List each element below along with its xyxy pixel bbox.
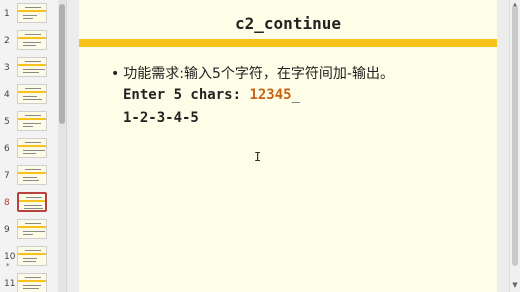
thumbnail-text-line	[23, 177, 37, 178]
thumbnail-accent-bar	[18, 64, 46, 66]
thumbnail-number: 5	[4, 117, 10, 127]
bullet-item: • 功能需求:输入5个字符，在字符间加-输出。	[111, 63, 394, 83]
thumbnail-number: 11	[4, 279, 16, 289]
thumbnail-item[interactable]: 6	[0, 136, 58, 162]
title-accent-bar	[79, 39, 497, 47]
thumbnail-title-line	[26, 197, 42, 198]
thumbnail-text-line	[24, 205, 42, 206]
thumbnail-text-line	[23, 72, 39, 73]
thumbnail-number: 8	[4, 198, 10, 208]
thumbnail-text-line	[23, 42, 41, 43]
thumbnail-number: 2	[4, 36, 10, 46]
thumbnail-accent-bar	[18, 280, 46, 282]
thumbnail-accent-bar	[18, 226, 46, 228]
thumbnail-item[interactable]: 10 *	[0, 244, 58, 270]
thumbnail-text-line	[23, 231, 45, 232]
thumbnail-text-line	[23, 261, 36, 262]
code-prompt: Enter 5 chars:	[123, 87, 250, 103]
thumbnail-text-line	[23, 258, 37, 259]
thumbnail-preview[interactable]	[17, 57, 47, 77]
thumbnail-text-line	[23, 99, 42, 100]
thumbnail-title-line	[25, 169, 41, 170]
thumbnail-number: 3	[4, 63, 10, 73]
thumbnail-text-line	[23, 96, 37, 97]
slide-title: c2_continue	[235, 14, 341, 33]
thumbnail-preview[interactable]	[17, 273, 47, 292]
slide-canvas: c2_continue • 功能需求:输入5个字符，在字符间加-输出。 Enter…	[79, 0, 497, 292]
thumbnail-title-line	[25, 115, 41, 116]
slide-scrollbar-thumb[interactable]	[512, 6, 518, 266]
thumbnail-accent-bar	[18, 118, 46, 120]
thumbnail-item[interactable]: 2	[0, 28, 58, 54]
thumbnail-preview[interactable]	[17, 111, 47, 131]
animation-star-icon: *	[6, 262, 10, 270]
code-line-output: 1-2-3-4-5	[123, 110, 199, 126]
thumbnail-text-line	[23, 180, 39, 181]
code-cursor: _	[291, 87, 301, 103]
thumbnail-item[interactable]: 5	[0, 109, 58, 135]
thumbnail-text-line	[23, 45, 36, 46]
thumbnail-number: 4	[4, 90, 10, 100]
thumbnail-accent-bar	[18, 37, 46, 39]
bullet-icon: •	[111, 66, 120, 82]
thumbnail-text-line	[23, 153, 36, 154]
slide-scrollbar[interactable]: ▲ ▼	[509, 0, 520, 292]
thumbnail-text-line	[24, 208, 43, 209]
thumbnail-text-line	[23, 150, 45, 151]
thumbnail-number: 10	[4, 252, 16, 262]
thumbnail-item[interactable]: 1	[0, 1, 58, 27]
text-cursor-icon: I	[254, 150, 262, 164]
thumbnail-text-line	[23, 126, 33, 127]
thumbnail-accent-bar	[18, 172, 46, 174]
slide-thumbnail-panel: 1 2 3 4 5 6 7 8 9 10 * 11	[0, 0, 67, 292]
thumbnail-number: 9	[4, 225, 10, 235]
thumbnail-title-line	[25, 142, 41, 143]
thumbnail-item[interactable]: 11	[0, 271, 58, 292]
thumbnail-preview[interactable]	[17, 3, 47, 23]
thumbnail-title-line	[25, 250, 41, 251]
thumbnail-title-line	[25, 223, 41, 224]
thumbnail-preview[interactable]	[17, 246, 47, 266]
thumbnail-item[interactable]: 8	[0, 190, 58, 216]
thumbnail-text-line	[23, 15, 37, 16]
thumbnail-accent-bar	[18, 10, 46, 12]
thumbnail-title-line	[25, 34, 41, 35]
thumbnail-text-line	[23, 288, 39, 289]
thumbnail-number: 7	[4, 171, 10, 181]
thumbnail-preview[interactable]	[17, 30, 47, 50]
thumbnail-text-line	[23, 69, 45, 70]
thumbnail-accent-bar	[18, 91, 46, 93]
thumbnail-preview[interactable]	[17, 219, 47, 239]
thumbnail-preview[interactable]	[17, 165, 47, 185]
thumbnail-scrollbar[interactable]	[58, 0, 66, 292]
thumbnail-accent-bar	[18, 253, 46, 255]
thumbnail-accent-bar	[19, 200, 45, 202]
code-input-value: 12345	[249, 87, 292, 103]
thumbnail-text-line	[23, 234, 33, 235]
thumbnail-text-line	[23, 18, 33, 19]
thumbnail-number: 1	[4, 9, 10, 19]
thumbnail-number: 6	[4, 144, 10, 154]
thumbnail-preview[interactable]	[17, 192, 47, 212]
thumbnail-title-line	[25, 7, 41, 8]
thumbnail-title-line	[25, 61, 41, 62]
thumbnail-title-line	[25, 88, 41, 89]
thumbnail-item[interactable]: 7	[0, 163, 58, 189]
bullet-text: 功能需求:输入5个字符，在字符间加-输出。	[123, 66, 394, 82]
thumbnail-scrollbar-thumb[interactable]	[59, 4, 65, 124]
thumbnail-text-line	[23, 123, 41, 124]
chevron-down-icon[interactable]: ▼	[511, 281, 519, 289]
thumbnail-title-line	[25, 277, 41, 278]
thumbnail-preview[interactable]	[17, 84, 47, 104]
code-line-prompt: Enter 5 chars: 12345_	[123, 87, 300, 103]
thumbnail-item[interactable]: 4	[0, 82, 58, 108]
thumbnail-item[interactable]: 3	[0, 55, 58, 81]
thumbnail-text-line	[23, 285, 41, 286]
thumbnail-item[interactable]: 9	[0, 217, 58, 243]
thumbnail-preview[interactable]	[17, 138, 47, 158]
thumbnail-accent-bar	[18, 145, 46, 147]
